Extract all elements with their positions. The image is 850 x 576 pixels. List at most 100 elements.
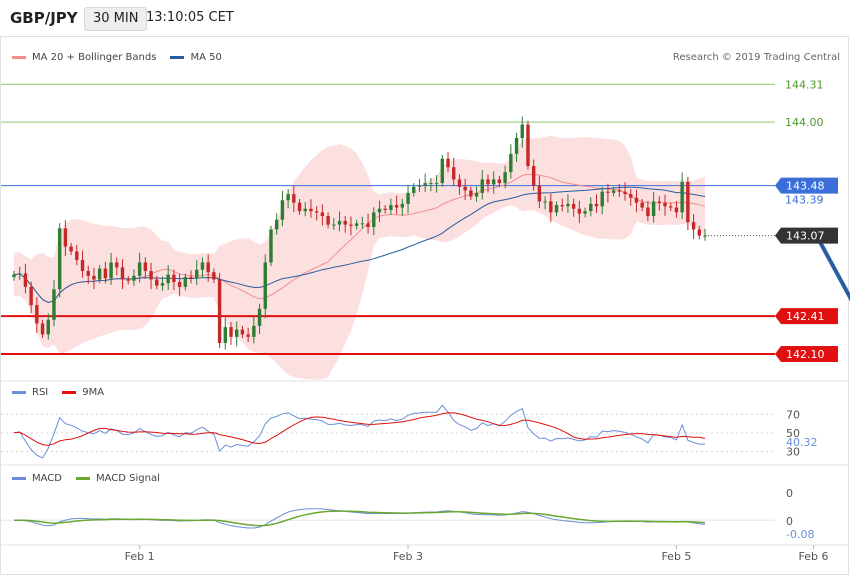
projection-arrow (814, 234, 850, 302)
candle-body (337, 220, 342, 225)
candle-body (491, 179, 496, 185)
candle-body (554, 205, 559, 213)
candle-body (297, 202, 302, 212)
candle-body (252, 325, 256, 337)
candle-body (274, 219, 279, 230)
candle-body (332, 224, 336, 226)
candle-body (29, 286, 33, 306)
candle-body (514, 137, 519, 154)
candle-body (486, 179, 490, 185)
candle-body (571, 203, 576, 209)
candle-body (663, 202, 667, 207)
candle-body (423, 183, 427, 186)
candle-body (566, 203, 570, 207)
candle-body (63, 228, 68, 247)
rsi-tick-label: 70 (786, 408, 800, 421)
rsi-last-label: 40.32 (786, 436, 818, 449)
candle-body (354, 223, 359, 226)
candle-body (195, 269, 199, 279)
candle-body (149, 270, 153, 280)
candle-body (377, 208, 382, 213)
candle-body (155, 279, 159, 286)
candle-body (549, 201, 553, 213)
level-label: 143.48 (786, 180, 825, 193)
candle-body (137, 262, 142, 276)
candle-body (326, 216, 330, 225)
level-label: 142.41 (786, 310, 825, 323)
candle-body (674, 207, 679, 213)
candle-body (412, 186, 416, 193)
candle-body (526, 124, 530, 167)
candle-body (257, 308, 262, 326)
candle-body (469, 190, 473, 197)
candle-body (80, 259, 85, 271)
candle-body (69, 246, 73, 252)
candle-body (160, 283, 165, 286)
candle-body (120, 267, 125, 280)
candle-body (697, 229, 702, 236)
candle-body (75, 251, 79, 260)
candle-body (406, 192, 410, 204)
candle-body (269, 229, 273, 263)
candle-body (143, 262, 148, 271)
x-tick-label: Feb 1 (125, 550, 155, 563)
candle-body (309, 208, 313, 212)
candle-body (217, 279, 222, 343)
x-tick-label: Feb 3 (393, 550, 423, 563)
candle-body (349, 224, 353, 226)
candle-body (389, 205, 393, 210)
candle-body (240, 329, 245, 335)
candle-body (92, 275, 96, 280)
candle-body (457, 179, 462, 187)
rsi-ma-line (13, 412, 706, 446)
candle-body (86, 270, 90, 276)
price-chart-svg: 144.31 144.00 143.48143.39 143.07 142.41 142.… (1, 78, 850, 563)
candle-body (246, 334, 250, 337)
candle-body (189, 277, 193, 279)
candle-body (132, 275, 136, 281)
candle-body (429, 183, 433, 185)
macd-tick-label: 0 (786, 487, 793, 500)
rsi-line (13, 404, 705, 459)
candle-body (474, 192, 479, 197)
candle-body (115, 262, 119, 268)
candle-body (623, 191, 627, 195)
candle-body (394, 205, 399, 208)
candle-body (223, 327, 228, 343)
candle-body (686, 181, 690, 223)
candle-body (600, 191, 604, 207)
level-label: 144.00 (785, 116, 824, 129)
candle-body (57, 228, 62, 290)
candle-body (103, 268, 108, 279)
candle-body (109, 262, 113, 279)
candle-body (235, 329, 239, 337)
candle-body (303, 208, 307, 212)
candle-body (617, 190, 622, 192)
candle-body (286, 194, 290, 201)
candle-body (703, 235, 707, 237)
candle-body (560, 205, 564, 207)
candle-body (35, 305, 39, 324)
candle-body (372, 212, 376, 228)
candle-body (594, 203, 599, 207)
candle-body (40, 323, 45, 335)
candle-body (480, 179, 484, 193)
candle-body (669, 206, 673, 208)
candle-body (343, 220, 347, 225)
candle-body (577, 208, 582, 214)
candle-body (12, 274, 16, 278)
candle-body (463, 186, 467, 191)
candle-body (446, 158, 450, 168)
candle-body (126, 279, 130, 281)
candle-body (97, 268, 102, 280)
candle-body (651, 201, 656, 217)
candle-body (537, 185, 542, 202)
candle-body (280, 200, 285, 220)
x-tick-label: Feb 6 (799, 550, 829, 563)
level-label: 143.07 (786, 230, 825, 243)
candle-body (509, 153, 513, 173)
candle-body (200, 262, 205, 270)
candle-body (23, 273, 28, 287)
candle-body (263, 262, 267, 309)
candle-body (166, 274, 170, 284)
